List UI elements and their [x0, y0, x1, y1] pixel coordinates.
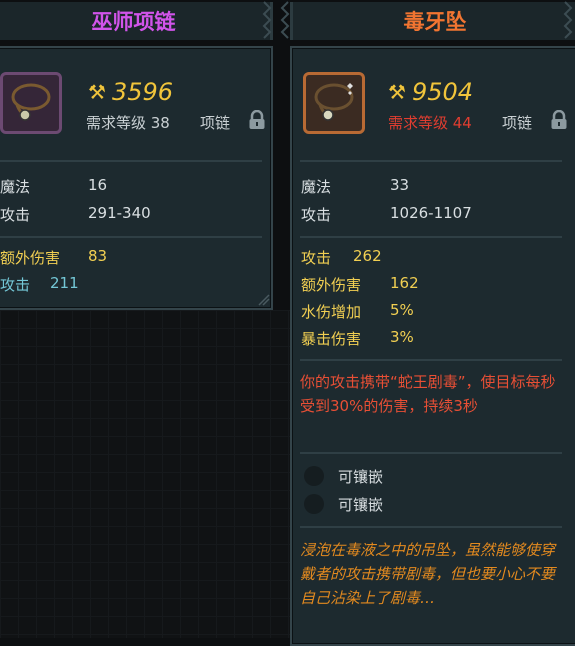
left-item-name: 巫师项链: [91, 10, 176, 34]
right-level-requirement: 需求等级 44: [388, 114, 472, 132]
left-level-requirement: 需求等级 38: [86, 114, 170, 132]
bonus-stat-value: 83: [88, 247, 108, 265]
stat-value: 33: [390, 176, 410, 194]
left-power-score: ⚒ 3596: [88, 78, 173, 106]
flavor-text: 浸泡在毒液之中的吊坠，虽然能够使穿戴者的攻击携带剧毒，但也要小心不要自己沾染上了…: [300, 541, 556, 607]
divider: [0, 236, 262, 238]
banner-zigzag-ornament: [262, 1, 272, 39]
bonus-stat-name: 暴击伤害: [301, 330, 362, 348]
stat-value: 16: [88, 176, 108, 194]
necklace-icon: [11, 83, 51, 121]
bonus-stat-value: 3%: [390, 328, 414, 346]
divider: [0, 160, 262, 162]
bonus-stat-name: 攻击: [301, 249, 332, 267]
banner-zigzag-ornament: [280, 1, 290, 39]
bonus-stat-name: 水伤增加: [301, 303, 362, 321]
padlock-icon[interactable]: [248, 110, 266, 130]
bonus-stat-value: 262: [353, 247, 382, 265]
stat-name: 魔法: [301, 178, 332, 196]
divider: [300, 526, 562, 528]
bonus-stat-name: 攻击: [0, 276, 31, 294]
left-power-value: 3596: [111, 78, 174, 106]
divider: [300, 236, 562, 238]
left-item-icon[interactable]: [0, 72, 62, 134]
right-slot-type: 项链: [502, 114, 533, 132]
special-effect-text: 你的攻击携带“蛇王剧毒”，使目标每秒受到30%的伤害，持续3秒: [300, 373, 556, 415]
bonus-stat-value: 5%: [390, 301, 414, 319]
pickaxe-icon: ⚒: [388, 80, 406, 104]
right-item-name: 毒牙坠: [403, 10, 467, 34]
banner-zigzag-ornament: [563, 1, 573, 39]
stat-name: 魔法: [0, 178, 31, 196]
necklace-icon: [314, 83, 354, 121]
divider: [300, 359, 562, 361]
gem-socket-icon[interactable]: [304, 466, 324, 486]
bonus-stat-name: 额外伤害: [301, 276, 362, 294]
right-item-title: 毒牙坠: [290, 2, 575, 40]
stat-name: 攻击: [0, 206, 31, 224]
bonus-stat-value: 211: [50, 274, 79, 292]
left-slot-type: 项链: [200, 114, 231, 132]
bonus-stat-name: 额外伤害: [0, 249, 61, 267]
socket-label: 可镶嵌: [338, 468, 384, 486]
stat-name: 攻击: [301, 206, 332, 224]
gem-socket-icon[interactable]: [304, 494, 324, 514]
left-item-title: 巫师项链: [0, 2, 273, 40]
right-power-score: ⚒ 9504: [388, 78, 473, 106]
right-power-value: 9504: [411, 78, 474, 106]
divider: [300, 452, 562, 454]
stat-value: 291-340: [88, 204, 151, 222]
stat-value: 1026-1107: [390, 204, 472, 222]
divider: [300, 160, 562, 162]
resize-corner-icon: [258, 294, 270, 306]
pickaxe-icon: ⚒: [88, 80, 106, 104]
background-grid: [0, 310, 290, 638]
socket-label: 可镶嵌: [338, 496, 384, 514]
padlock-icon[interactable]: [550, 110, 568, 130]
right-item-icon[interactable]: [303, 72, 365, 134]
bonus-stat-value: 162: [390, 274, 419, 292]
